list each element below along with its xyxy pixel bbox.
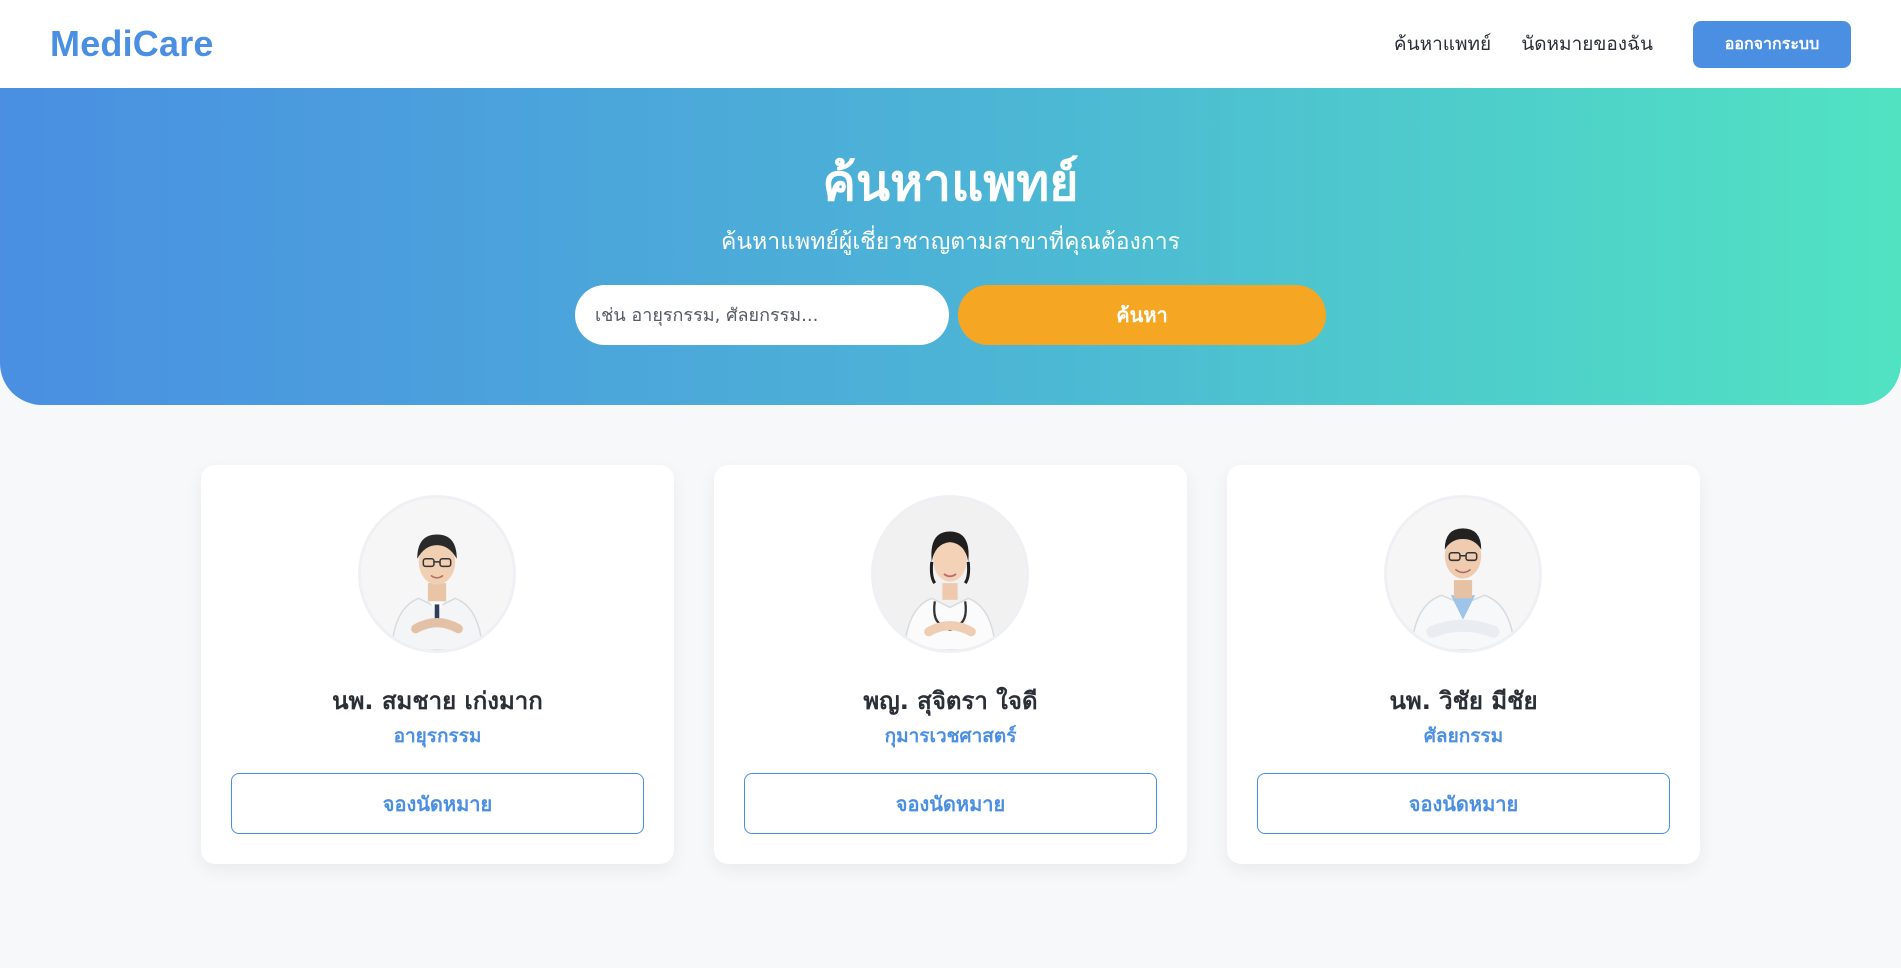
top-navbar: MediCare ค้นหาแพทย์ นัดหมายของฉัน ออกจาก… <box>0 0 1901 88</box>
page-subtitle: ค้นหาแพทย์ผู้เชี่ยวชาญตามสาขาที่คุณต้องก… <box>721 229 1180 255</box>
book-appointment-button[interactable]: จองนัดหมาย <box>1257 773 1670 834</box>
doctor-name: นพ. สมชาย เก่งมาก <box>332 687 543 715</box>
doctor-card: นพ. วิชัย มีชัย ศัลยกรรม จองนัดหมาย <box>1227 465 1700 864</box>
specialty-search-input[interactable] <box>575 285 949 345</box>
doctor-specialty: กุมารเวชศาสตร์ <box>884 725 1017 747</box>
nav-menu: ค้นหาแพทย์ นัดหมายของฉัน ออกจากระบบ <box>1364 20 1851 68</box>
logout-button[interactable]: ออกจากระบบ <box>1693 20 1851 68</box>
doctor-male-photo-icon <box>358 495 516 653</box>
doctor-card-list: นพ. สมชาย เก่งมาก อายุรกรรม จองนัดหมาย พ… <box>201 465 1700 864</box>
doctor-female-photo-icon <box>871 495 1029 653</box>
doctor-card: พญ. สุจิตรา ใจดี กุมารเวชศาสตร์ จองนัดหม… <box>714 465 1187 864</box>
book-appointment-button[interactable]: จองนัดหมาย <box>231 773 644 834</box>
nav-my-appointments[interactable]: นัดหมายของฉัน <box>1521 29 1653 59</box>
hero-banner: ค้นหาแพทย์ ค้นหาแพทย์ผู้เชี่ยวชาญตามสาขา… <box>0 88 1901 405</box>
doctor-specialty: ศัลยกรรม <box>1423 725 1504 747</box>
doctor-male-photo-icon <box>1384 495 1542 653</box>
logo[interactable]: MediCare <box>50 23 214 65</box>
search-button[interactable]: ค้นหา <box>958 285 1326 345</box>
doctor-name: นพ. วิชัย มีชัย <box>1389 687 1538 715</box>
page-title: ค้นหาแพทย์ <box>822 154 1079 212</box>
doctor-card: นพ. สมชาย เก่งมาก อายุรกรรม จองนัดหมาย <box>201 465 674 864</box>
doctor-name: พญ. สุจิตรา ใจดี <box>863 687 1038 715</box>
doctor-specialty: อายุรกรรม <box>393 725 482 747</box>
book-appointment-button[interactable]: จองนัดหมาย <box>744 773 1157 834</box>
nav-find-doctor[interactable]: ค้นหาแพทย์ <box>1394 29 1491 59</box>
